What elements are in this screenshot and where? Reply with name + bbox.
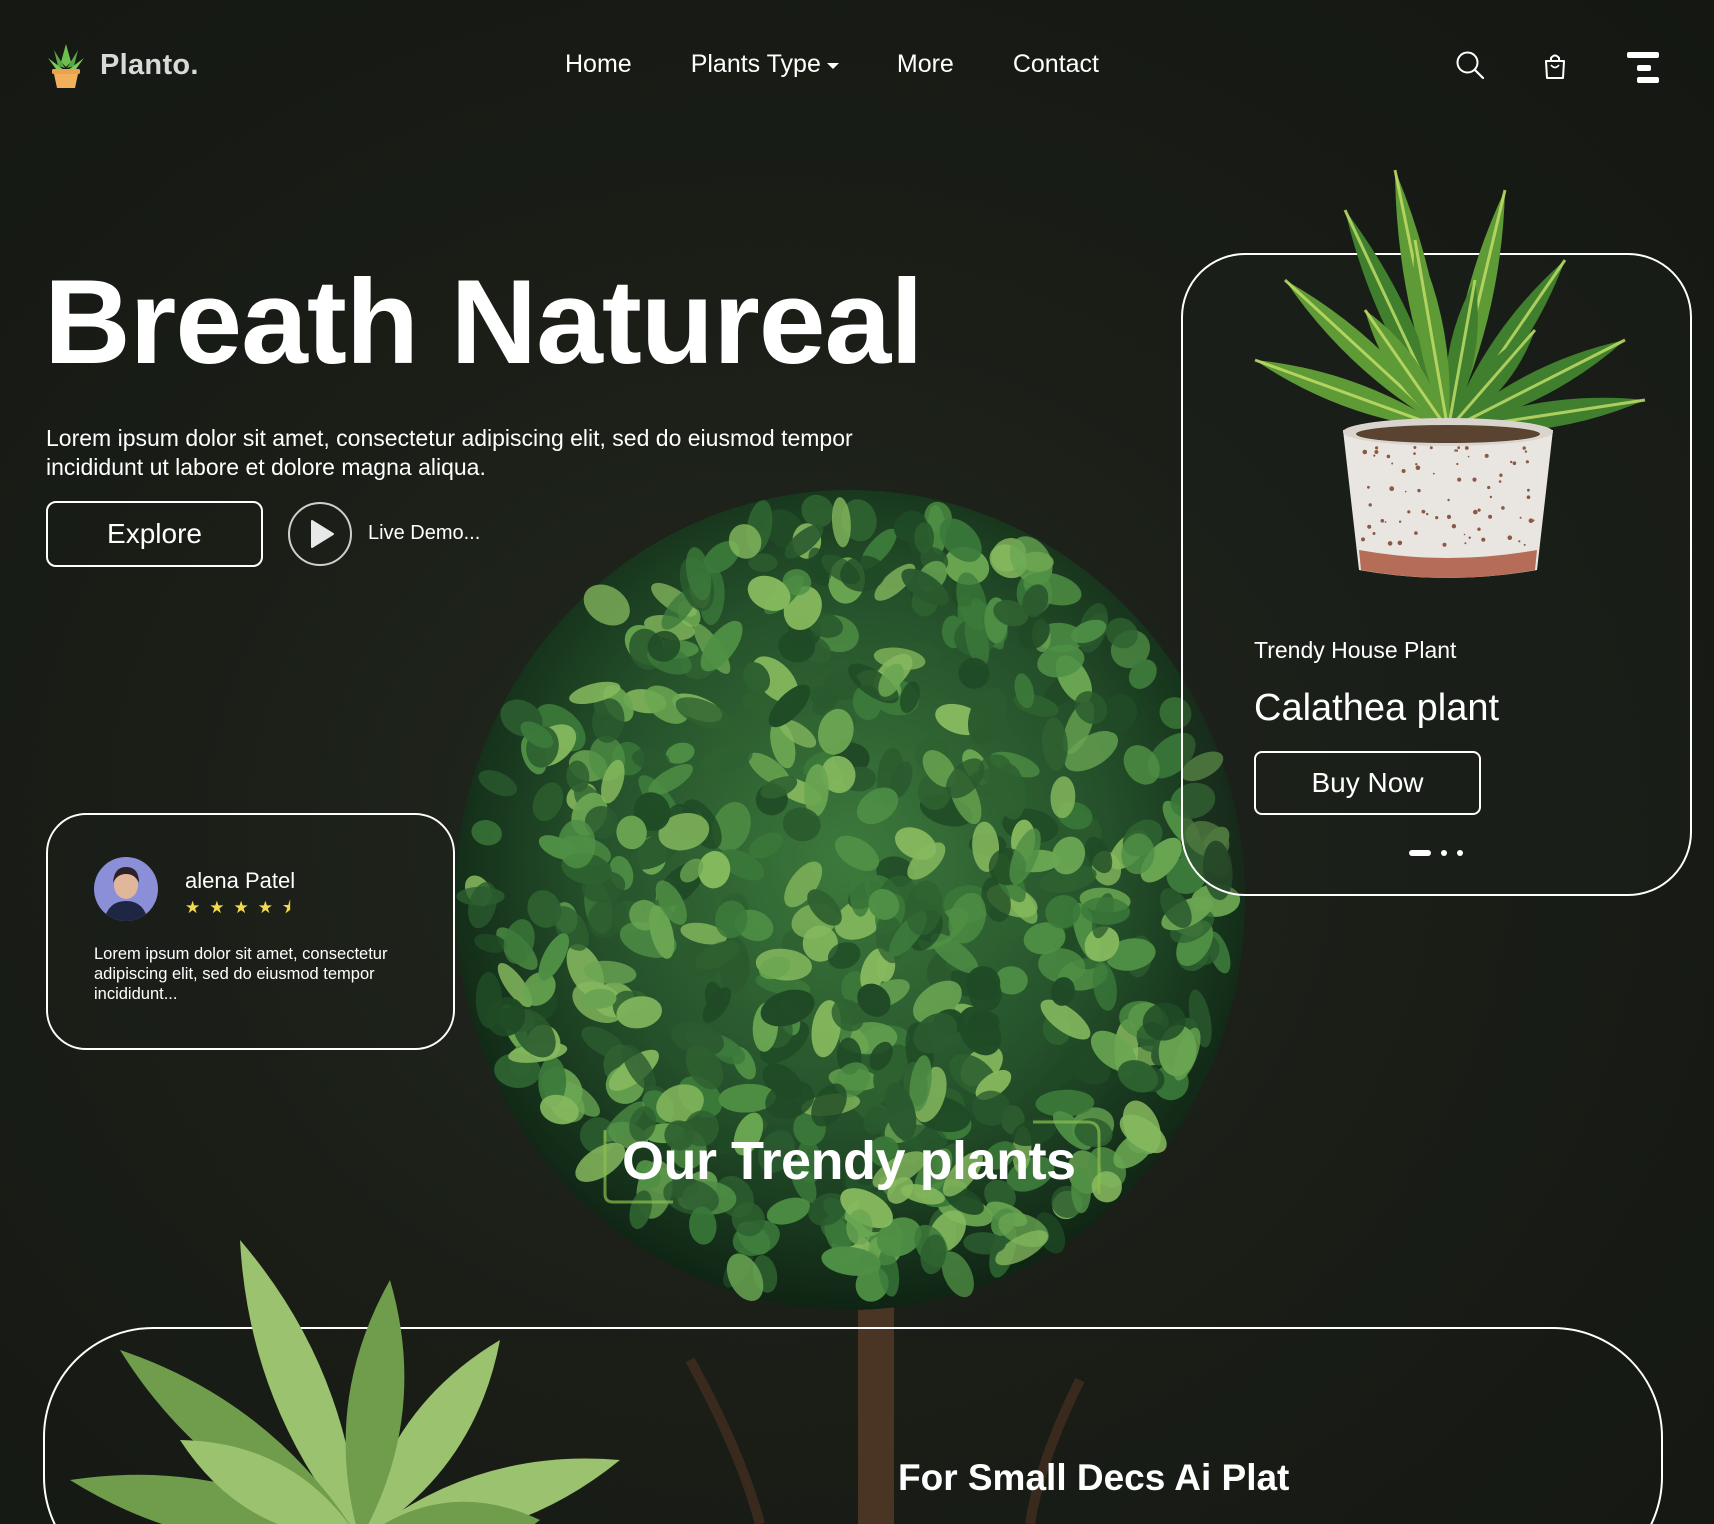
reviewer-name: alena Patel [185, 868, 296, 893]
hero-title: Breath Natureal [44, 255, 924, 389]
menu-icon[interactable] [1627, 52, 1659, 84]
nav-contact[interactable]: Contact [1013, 50, 1099, 79]
dieffenbachia-plant-image [70, 1240, 620, 1524]
nav-home[interactable]: Home [565, 50, 632, 79]
featured-card-title: For Small Decs Ai Plat [898, 1457, 1290, 1498]
nav-plants-type[interactable]: Plants Type [691, 50, 839, 79]
shopping-bag-icon[interactable] [1543, 52, 1567, 80]
top-navigation: Planto. Home Plants Type More Contact [0, 0, 1714, 135]
caret-down-icon [826, 62, 839, 69]
carousel-dot-3[interactable] [1457, 850, 1463, 856]
play-button[interactable] [288, 502, 352, 566]
play-icon [311, 520, 334, 548]
avatar [94, 857, 158, 921]
main-menu: Home Plants Type More Contact [565, 50, 1099, 79]
nav-more[interactable]: More [897, 50, 954, 79]
carousel-dot-1[interactable] [1409, 850, 1431, 856]
review-text: Lorem ipsum dolor sit amet, consectetur … [94, 945, 388, 1003]
nav-plants-type-label: Plants Type [690, 50, 821, 78]
brand-name: Planto. [100, 48, 199, 81]
product-name: Calathea plant [1254, 687, 1500, 729]
section-title: Our Trendy plants [622, 1131, 1076, 1191]
brand-logo[interactable]: Planto. [46, 40, 199, 90]
carousel-dot-2[interactable] [1441, 850, 1447, 856]
potted-plant-icon [48, 44, 84, 88]
carousel-dots [1409, 850, 1463, 856]
calathea-plant-image [1254, 169, 1646, 578]
search-icon[interactable] [1455, 50, 1485, 80]
review-card [46, 813, 455, 1050]
hero-description: Lorem ipsum dolor sit amet, consectetur … [46, 425, 853, 480]
buy-now-button[interactable]: Buy Now [1254, 751, 1481, 815]
live-demo-link[interactable]: Live Demo... [368, 522, 480, 545]
explore-button[interactable]: Explore [46, 501, 263, 567]
rating-stars: ★★★★⯨ [185, 898, 300, 917]
product-subtitle: Trendy House Plant [1254, 637, 1457, 663]
